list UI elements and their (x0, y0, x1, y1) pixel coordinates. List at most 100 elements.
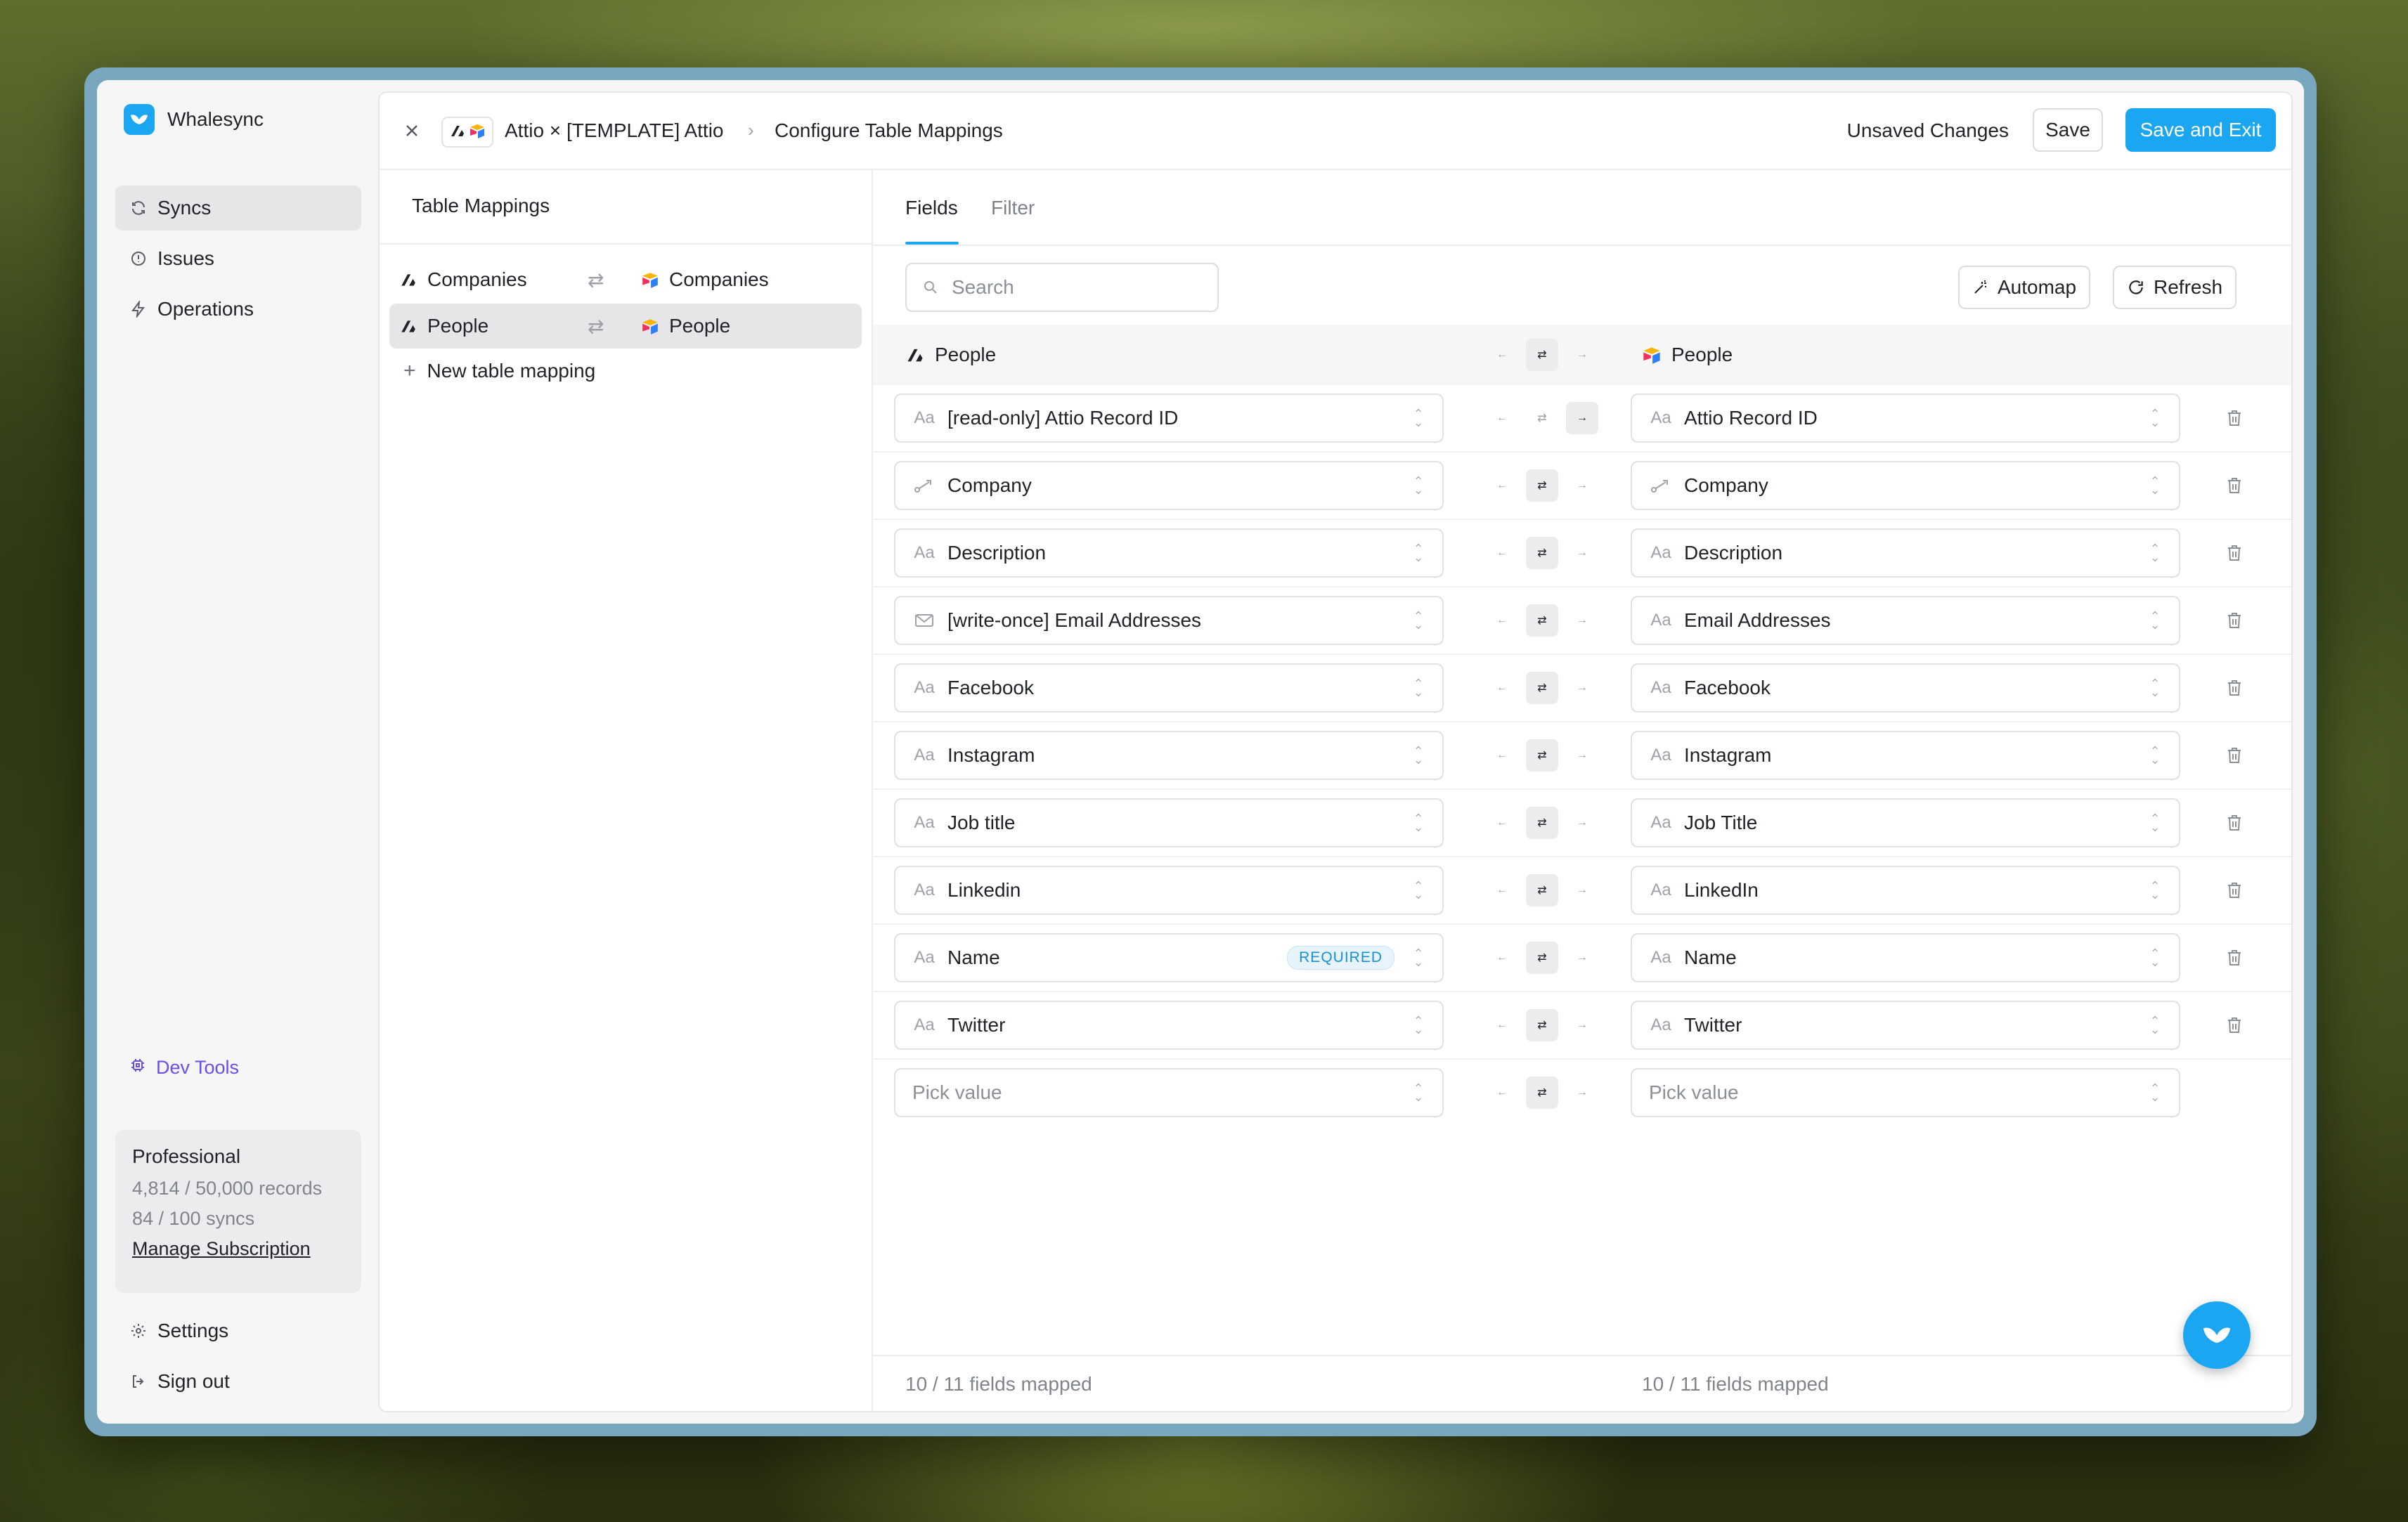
arrow-left-icon[interactable]: ← (1486, 604, 1518, 637)
arrow-right-icon[interactable]: → (1566, 537, 1598, 569)
arrow-left-icon[interactable]: ← (1486, 942, 1518, 974)
swap-icon[interactable]: ⇄ (1526, 402, 1558, 434)
arrow-left-icon[interactable]: ← (1486, 1009, 1518, 1041)
source-field-select[interactable]: Company ⌃ ⌄ (894, 461, 1444, 510)
refresh-button[interactable]: Refresh (2113, 266, 2237, 309)
manage-subscription-link[interactable]: Manage Subscription (132, 1238, 344, 1260)
right-mapped-count: 10 / 11 fields mapped (1642, 1373, 1829, 1395)
table-mapping-row-companies[interactable]: Companies ⇄ Companies (389, 257, 862, 302)
arrow-left-icon[interactable]: ← (1486, 537, 1518, 569)
app-shell: Whalesync Syncs Issues Operations Dev To… (97, 80, 2304, 1424)
support-chat-button[interactable] (2183, 1301, 2251, 1369)
arrow-left-icon[interactable]: ← (1486, 807, 1518, 839)
automap-button[interactable]: Automap (1958, 266, 2091, 309)
arrow-right-icon[interactable]: → (1566, 739, 1598, 772)
arrow-left-icon[interactable]: ← (1486, 339, 1518, 371)
source-field-select[interactable]: Aa Facebook ⌃ ⌄ (894, 663, 1444, 713)
delete-mapping-button[interactable] (2222, 609, 2246, 632)
destination-field-select[interactable]: Aa Instagram ⌃ ⌄ (1631, 731, 2180, 780)
arrow-right-icon[interactable]: → (1566, 807, 1598, 839)
swap-icon[interactable]: ⇄ (1526, 469, 1558, 502)
sidebar-item-sign-out[interactable]: Sign out (115, 1359, 361, 1404)
swap-icon[interactable]: ⇄ (1526, 1009, 1558, 1041)
arrow-right-icon[interactable]: → (1566, 1077, 1598, 1109)
destination-field-select[interactable]: Aa Twitter ⌃ ⌄ (1631, 1001, 2180, 1050)
text-type-icon: Aa (1650, 813, 1671, 832)
trash-icon (2228, 680, 2241, 696)
swap-icon[interactable]: ⇄ (1526, 339, 1558, 371)
arrow-right-icon[interactable]: → (1566, 402, 1598, 434)
save-and-exit-button[interactable]: Save and Exit (2125, 108, 2276, 152)
tm-left-cell: Companies (399, 268, 527, 291)
sidebar-item-operations[interactable]: Operations (115, 287, 361, 332)
app-window: Whalesync Syncs Issues Operations Dev To… (84, 67, 2317, 1436)
arrow-right-icon[interactable]: → (1566, 604, 1598, 637)
swap-icon[interactable]: ⇄ (1526, 672, 1558, 704)
delete-mapping-button[interactable] (2222, 946, 2246, 970)
delete-mapping-button[interactable] (2222, 743, 2246, 767)
arrow-right-icon[interactable]: → (1566, 339, 1598, 371)
destination-field-select[interactable]: Aa Email Addresses ⌃ ⌄ (1631, 596, 2180, 645)
arrow-left-icon[interactable]: ← (1486, 739, 1518, 772)
swap-icon[interactable]: ⇄ (1526, 942, 1558, 974)
swap-icon[interactable]: ⇄ (1526, 874, 1558, 906)
search-input[interactable] (950, 275, 1206, 299)
source-field-select[interactable]: Aa [read-only] Attio Record ID ⌃ ⌄ (894, 393, 1444, 443)
destination-field-select[interactable]: Aa Attio Record ID ⌃ ⌄ (1631, 393, 2180, 443)
dev-tools-link[interactable]: Dev Tools (129, 1057, 239, 1079)
sidebar-item-issues[interactable]: Issues (115, 236, 361, 281)
new-table-mapping-button[interactable]: + New table mapping (389, 350, 862, 392)
sidebar-item-syncs[interactable]: Syncs (115, 186, 361, 230)
delete-mapping-button[interactable] (2222, 676, 2246, 700)
source-field-select[interactable]: Aa Twitter ⌃ ⌄ (894, 1001, 1444, 1050)
direction-controls: ← ⇄ → (1486, 1009, 1598, 1041)
source-field-label: Twitter (947, 1014, 1006, 1036)
close-button[interactable] (399, 118, 425, 143)
arrow-right-icon[interactable]: → (1566, 1009, 1598, 1041)
arrow-left-icon[interactable]: ← (1486, 874, 1518, 906)
arrow-left-icon[interactable]: ← (1486, 672, 1518, 704)
destination-field-select[interactable]: Aa Facebook ⌃ ⌄ (1631, 663, 2180, 713)
arrow-right-icon[interactable]: → (1566, 942, 1598, 974)
destination-field-select[interactable]: Aa LinkedIn ⌃ ⌄ (1631, 866, 2180, 915)
destination-field-select[interactable]: Aa Job Title ⌃ ⌄ (1631, 798, 2180, 847)
save-button[interactable]: Save (2033, 108, 2103, 152)
tab-fields[interactable]: Fields (905, 197, 958, 219)
swap-icon[interactable]: ⇄ (1526, 1077, 1558, 1109)
source-field-select[interactable]: [write-once] Email Addresses ⌃ ⌄ (894, 596, 1444, 645)
source-field-select[interactable]: Aa Description ⌃ ⌄ (894, 528, 1444, 578)
source-field-select[interactable]: Aa Instagram ⌃ ⌄ (894, 731, 1444, 780)
destination-field-label: Instagram (1684, 744, 1772, 766)
delete-mapping-button[interactable] (2222, 1013, 2246, 1037)
arrow-left-icon[interactable]: ← (1486, 1077, 1518, 1109)
destination-field-select[interactable]: Aa Name ⌃ ⌄ (1631, 933, 2180, 982)
delete-mapping-button[interactable] (2222, 878, 2246, 902)
source-field-select[interactable]: Aa Linkedin ⌃ ⌄ (894, 866, 1444, 915)
tab-filter[interactable]: Filter (991, 197, 1035, 219)
pick-source-field-select[interactable]: Pick value ⌃ ⌄ (894, 1068, 1444, 1117)
breadcrumb-base[interactable]: Attio × [TEMPLATE] Attio (505, 119, 724, 142)
destination-field-select[interactable]: Company ⌃ ⌄ (1631, 461, 2180, 510)
delete-mapping-button[interactable] (2222, 541, 2246, 565)
source-field-select[interactable]: Aa Name REQUIRED ⌃ ⌄ (894, 933, 1444, 982)
arrow-left-icon[interactable]: ← (1486, 402, 1518, 434)
swap-icon[interactable]: ⇄ (1526, 739, 1558, 772)
swap-icon[interactable]: ⇄ (1526, 604, 1558, 637)
swap-icon[interactable]: ⇄ (1526, 537, 1558, 569)
arrow-right-icon[interactable]: → (1566, 672, 1598, 704)
mail-icon (915, 614, 933, 627)
swap-icon[interactable]: ⇄ (1526, 807, 1558, 839)
delete-mapping-button[interactable] (2222, 811, 2246, 835)
delete-mapping-button[interactable] (2222, 406, 2246, 430)
table-mapping-row-people[interactable]: People ⇄ People (389, 304, 862, 349)
arrow-right-icon[interactable]: → (1566, 469, 1598, 502)
brand[interactable]: Whalesync (124, 104, 264, 135)
arrow-right-icon[interactable]: → (1566, 874, 1598, 906)
delete-mapping-button[interactable] (2222, 474, 2246, 497)
pick-destination-field-select[interactable]: Pick value ⌃ ⌄ (1631, 1068, 2180, 1117)
source-field-select[interactable]: Aa Job title ⌃ ⌄ (894, 798, 1444, 847)
sidebar-item-settings[interactable]: Settings (115, 1308, 361, 1353)
tm-right-cell: Companies (641, 268, 769, 291)
arrow-left-icon[interactable]: ← (1486, 469, 1518, 502)
destination-field-select[interactable]: Aa Description ⌃ ⌄ (1631, 528, 2180, 578)
